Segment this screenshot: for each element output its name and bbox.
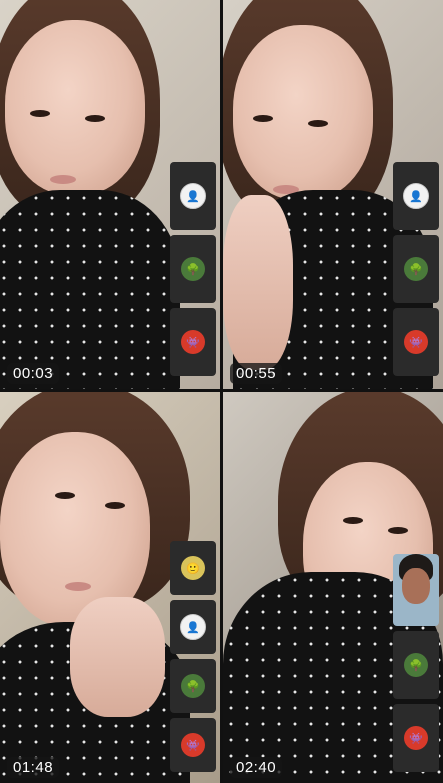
landscape-avatar-icon: 🌳: [404, 653, 428, 677]
participant-tile[interactable]: 🙂: [170, 541, 216, 595]
red-character-avatar-icon: 👾: [404, 726, 428, 750]
participant-column: 🌳 👾: [393, 554, 439, 777]
participant-tile[interactable]: 👤: [170, 162, 216, 230]
eye-right: [308, 120, 328, 127]
call-timer: 01:48: [7, 757, 60, 778]
participant-column: 🙂 👤 🌳 👾: [170, 541, 216, 777]
participant-tile[interactable]: 👤: [170, 600, 216, 654]
participant-tile[interactable]: 👾: [393, 308, 439, 376]
round-avatar-icon: 🙂: [181, 556, 205, 580]
mouth: [65, 582, 91, 591]
call-timer: 02:40: [230, 757, 283, 778]
eye-right: [388, 527, 408, 534]
landscape-avatar-icon: 🌳: [181, 257, 205, 281]
eye-right: [85, 115, 105, 122]
participant-tile[interactable]: 👾: [170, 718, 216, 772]
landscape-avatar-icon: 🌳: [181, 674, 205, 698]
participant-face: [402, 568, 430, 604]
video-tile-3[interactable]: 🙂 👤 🌳 👾 01:48: [0, 392, 220, 783]
hand: [223, 195, 293, 370]
call-timer: 00:03: [7, 363, 60, 384]
landscape-avatar-icon: 🌳: [404, 257, 428, 281]
red-character-avatar-icon: 👾: [181, 330, 205, 354]
hand: [70, 597, 165, 717]
participant-tile[interactable]: 🌳: [393, 631, 439, 699]
participant-tile[interactable]: 🌳: [170, 235, 216, 303]
person-avatar-icon: 👤: [403, 183, 429, 209]
participant-video-tile[interactable]: [393, 554, 439, 626]
face: [233, 25, 373, 200]
mouth: [50, 175, 76, 184]
participant-tile[interactable]: 🌳: [170, 659, 216, 713]
person-avatar-icon: 👤: [180, 183, 206, 209]
face: [5, 20, 145, 195]
participant-tile[interactable]: 👾: [170, 308, 216, 376]
video-tile-1[interactable]: 👤 🌳 👾 00:03: [0, 0, 220, 389]
shirt: [0, 190, 180, 389]
red-character-avatar-icon: 👾: [404, 330, 428, 354]
participant-column: 👤 🌳 👾: [393, 162, 439, 381]
eye-left: [343, 517, 363, 524]
call-timer: 00:55: [230, 363, 283, 384]
video-tile-2[interactable]: 👤 🌳 👾 00:55: [223, 0, 443, 389]
eye-left: [30, 110, 50, 117]
participant-tile[interactable]: 🌳: [393, 235, 439, 303]
video-tile-4[interactable]: 🌳 👾 02:40: [223, 392, 443, 783]
red-character-avatar-icon: 👾: [181, 733, 205, 757]
eye-left: [55, 492, 75, 499]
participant-column: 👤 🌳 👾: [170, 162, 216, 381]
eye-left: [253, 115, 273, 122]
video-call-grid: 👤 🌳 👾 00:03 👤 🌳 👾 00:55 🙂 👤 🌳 👾 01:48 🌳 …: [0, 0, 443, 783]
participant-tile[interactable]: 👤: [393, 162, 439, 230]
person-avatar-icon: 👤: [180, 614, 206, 640]
eye-right: [105, 502, 125, 509]
participant-tile[interactable]: 👾: [393, 704, 439, 772]
